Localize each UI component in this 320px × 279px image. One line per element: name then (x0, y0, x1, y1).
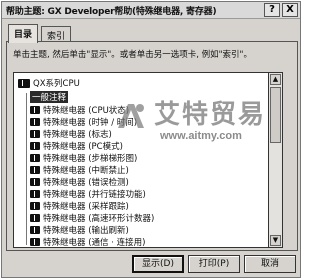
tab-index[interactable]: 索引 (41, 26, 72, 42)
book-icon (30, 190, 40, 198)
tree-item[interactable]: 特殊继电器 (并行链接功能) (30, 188, 146, 200)
scrollbar-thumb[interactable] (270, 87, 281, 143)
tree-root-label: QX系列CPU (33, 79, 80, 89)
tree-scrollbar[interactable]: ▲ ▼ (269, 72, 283, 248)
tree-item[interactable]: 特殊继电器 (CPU状态) (30, 104, 129, 116)
tree-item[interactable]: 特殊继电器 (通信 · 连接用) (30, 236, 146, 248)
tree-item[interactable]: 特殊继电器 (高速环形计数器) (30, 212, 154, 224)
book-icon (30, 166, 40, 174)
contents-panel: 单击主题, 然后单击"显示"。或者单击另一选项卡, 例如"索引"。 QX系列CP… (6, 41, 298, 251)
tree-item[interactable]: 特殊继电器 (PC模式) (30, 140, 123, 152)
tree-guide-line (26, 93, 27, 245)
tree-item[interactable]: 特殊继电器 (时钟 / 时间) (30, 116, 137, 128)
tree-item[interactable]: 特殊继电器 (错误检测) (30, 176, 129, 188)
topic-tree[interactable]: QX系列CPU 一般注释 特殊继电器 (CPU状态) 特殊继电器 (时钟 / 时… (13, 72, 269, 248)
tree-item-label: 特殊继电器 (采样跟踪) (43, 202, 129, 212)
tree-item-label: 特殊继电器 (并行链接功能) (43, 190, 146, 200)
tree-item[interactable]: 特殊继电器 (标志) (30, 128, 112, 140)
open-book-icon (18, 78, 30, 88)
close-button[interactable]: X (282, 3, 298, 17)
tree-item[interactable]: 特殊继电器 (中断禁止) (30, 164, 129, 176)
title-bar: 帮助主题: GX Developer帮助(特殊继电器, 寄存器) ? X (2, 2, 300, 19)
context-help-button[interactable]: ? (264, 3, 280, 17)
scroll-down-arrow-icon[interactable]: ▼ (270, 235, 281, 246)
tree-item-label: 特殊继电器 (时钟 / 时间) (43, 118, 138, 128)
tree-item-label: 特殊继电器 (输出刷新) (43, 226, 129, 236)
scroll-up-arrow-icon[interactable]: ▲ (270, 74, 281, 85)
tree-item[interactable]: 一般注释 (30, 91, 69, 103)
tree-item[interactable]: 特殊继电器 (步梯梯形图) (30, 152, 137, 164)
tree-item-label: 特殊继电器 (错误检测) (43, 178, 129, 188)
tree-root[interactable]: QX系列CPU (18, 77, 80, 89)
tree-item-label: 特殊继电器 (PC模式) (43, 142, 123, 152)
tree-item[interactable]: 特殊继电器 (采样跟踪) (30, 200, 129, 212)
instruction-text: 单击主题, 然后单击"显示"。或者单击另一选项卡, 例如"索引"。 (13, 50, 252, 60)
book-icon (30, 238, 40, 246)
book-icon (30, 106, 40, 114)
tree-item-label: 特殊继电器 (通信 · 连接用) (43, 238, 146, 248)
book-icon (30, 118, 40, 126)
tree-item-label: 特殊继电器 (CPU状态) (43, 106, 130, 116)
tab-contents[interactable]: 目录 (8, 24, 39, 43)
tree-item-label: 特殊继电器 (标志) (43, 130, 112, 140)
tree-item[interactable]: 特殊继电器 (输出刷新) (30, 224, 129, 236)
window-title: 帮助主题: GX Developer帮助(特殊继电器, 寄存器) (6, 7, 217, 17)
print-button[interactable]: 打印(P) (188, 255, 240, 273)
book-icon (30, 154, 40, 162)
book-icon (30, 214, 40, 222)
cancel-button[interactable]: 取消 (244, 255, 296, 273)
book-icon (30, 178, 40, 186)
tree-item-label: 特殊继电器 (步梯梯形图) (43, 154, 138, 164)
book-icon (30, 202, 40, 210)
tree-item-label: 一般注释 (30, 91, 69, 103)
book-icon (30, 226, 40, 234)
tree-item-label: 特殊继电器 (高速环形计数器) (43, 214, 155, 224)
book-icon (30, 130, 40, 138)
tree-item-label: 特殊继电器 (中断禁止) (43, 166, 129, 176)
book-icon (30, 142, 40, 150)
display-button[interactable]: 显示(D) (132, 255, 184, 273)
help-topics-dialog: 帮助主题: GX Developer帮助(特殊继电器, 寄存器) ? X 目录 … (1, 1, 301, 278)
